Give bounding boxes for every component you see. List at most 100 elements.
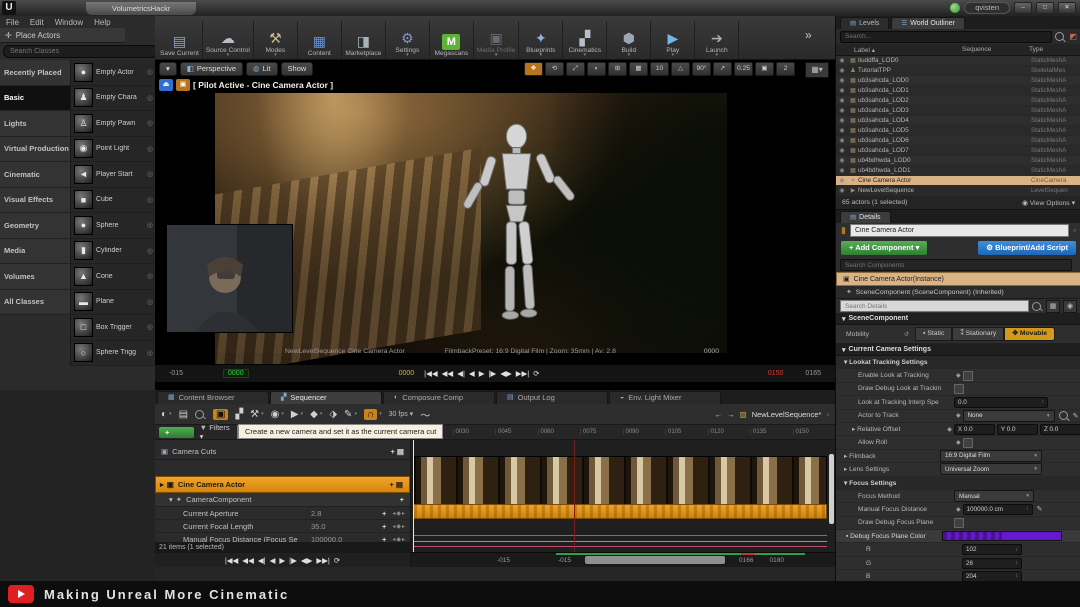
actor-item[interactable]: ♙ Empty Pawn ◎ xyxy=(71,111,155,137)
edit-options-icon[interactable]: ✎ xyxy=(344,409,352,420)
drag-grip-icon[interactable]: ◎ xyxy=(147,272,153,280)
add-track-button[interactable]: + Track xyxy=(159,427,194,438)
display-filter-eye-icon[interactable]: ◉ xyxy=(1063,300,1077,313)
close-button[interactable]: ✕ xyxy=(1058,2,1076,14)
visibility-eye-icon[interactable]: ◉ xyxy=(836,157,848,164)
aperture-value[interactable]: 2.8 xyxy=(311,509,355,518)
loop-icon[interactable]: ⟳ xyxy=(533,369,539,378)
outliner-row[interactable]: ◉ ▦ ub4bdhwda_LOD1 StaticMeshA xyxy=(836,166,1080,176)
user-account-button[interactable]: qvisten xyxy=(964,2,1010,14)
key-nav-icons[interactable]: ◂◆▸ xyxy=(392,523,406,530)
pilot-camera-icon[interactable]: ▣ xyxy=(176,79,190,91)
render-movie-icon[interactable]: ▞ xyxy=(235,409,243,420)
category-item[interactable]: Lights xyxy=(0,111,70,137)
drag-grip-icon[interactable]: ◎ xyxy=(147,323,153,331)
youtube-play-icon[interactable] xyxy=(8,585,34,603)
filters-dropdown[interactable]: ▼ Filters ▾ xyxy=(200,423,231,441)
key-nav-icons[interactable]: ◂◆▸ xyxy=(392,510,406,517)
outliner-row[interactable]: ◉ ▦ ub3sahcda_LOD3 StaticMeshA xyxy=(836,106,1080,116)
minimize-button[interactable]: – xyxy=(1014,2,1032,14)
outliner-row[interactable]: ◉ ▶ NewLevelSequence LevelSequen xyxy=(836,186,1080,196)
focus-plane-color-swatch[interactable] xyxy=(942,531,1062,541)
track-camera-component[interactable]: ▾ ✦ CameraComponent + xyxy=(155,493,410,507)
save-sequence-icon[interactable]: ▤ xyxy=(179,409,188,420)
actor-item[interactable]: ○ Sphere Trigg ◎ xyxy=(71,341,155,367)
toolbar-button[interactable]: ▶ Play ▾ xyxy=(651,21,695,59)
scale-tool-icon[interactable]: ⤢ xyxy=(566,62,585,76)
prev-key-icon[interactable]: ◀◀ xyxy=(442,369,454,378)
play-icon[interactable]: ▶ xyxy=(479,369,485,378)
drag-grip-icon[interactable]: ◎ xyxy=(147,145,153,153)
visibility-eye-icon[interactable]: ◉ xyxy=(836,187,848,194)
viewport-timeline-strip[interactable]: -015 0000 0000 |◀◀ ◀◀ ◀| ◀ ▶ |▶ ◀▶ ▶▶| ⟳… xyxy=(155,364,835,382)
visibility-eye-icon[interactable]: ◉ xyxy=(836,57,848,64)
track-cine-camera-actor[interactable]: ▸ ▣ Cine Camera Actor + ▤ xyxy=(155,476,410,493)
offset-x-input[interactable]: X 0.0 xyxy=(954,424,995,435)
actor-item[interactable]: ● Sphere ◎ xyxy=(71,213,155,239)
visibility-eye-icon[interactable]: ◉ xyxy=(836,117,848,124)
browse-icon[interactable] xyxy=(1059,411,1068,420)
visibility-eye-icon[interactable]: ◉ xyxy=(836,177,848,184)
next-key-icon[interactable]: ◀▶ xyxy=(301,556,313,565)
project-title-tab[interactable]: VolumetricsHackr xyxy=(86,2,196,15)
category-item[interactable]: Volumes xyxy=(0,264,70,290)
cine-camera-section-bar[interactable] xyxy=(413,504,827,519)
panel-tab[interactable]: ▦ Content Browser xyxy=(157,391,269,404)
visibility-eye-icon[interactable]: ◉ xyxy=(836,107,848,114)
view-options-button[interactable]: ◉ View Options ▾ xyxy=(1022,199,1075,207)
toolbar-button[interactable]: ▣ Media Profile ▾ xyxy=(474,21,519,59)
drag-grip-icon[interactable]: ◎ xyxy=(147,68,153,76)
drag-grip-icon[interactable]: ◎ xyxy=(147,196,153,204)
menu-item[interactable]: Edit xyxy=(30,18,44,27)
play-reverse-icon[interactable]: ◀ xyxy=(270,556,276,565)
focus-settings-row[interactable]: ▾ Focus Settings xyxy=(836,477,1080,490)
sequence-name[interactable]: NewLevelSequence* xyxy=(752,410,822,419)
tab-world-outliner[interactable]: ☰ World Outliner xyxy=(891,17,964,29)
grid-snap-icon[interactable]: ▦ xyxy=(629,62,648,76)
outliner-row[interactable]: ◉ ▦ tiuddffa_LOD0 StaticMeshA xyxy=(836,56,1080,66)
outliner-row[interactable]: ◉ ✦ Cine Camera Actor CineCamera xyxy=(836,176,1080,186)
keyframe-options-icon[interactable]: ◆ xyxy=(310,409,318,420)
play-icon[interactable]: ▶ xyxy=(279,556,285,565)
loop-icon[interactable]: ⟳ xyxy=(334,556,340,565)
mobility-stationary-button[interactable]: ⁑ Stationary xyxy=(952,327,1004,341)
actor-item[interactable]: ♟ Empty Chara ◎ xyxy=(71,86,155,112)
world-options-icon[interactable]: ◐ xyxy=(161,409,167,420)
step-forward-icon[interactable]: |▶ xyxy=(289,556,297,565)
toolbar-button[interactable]: ▞ Cinematics ▾ xyxy=(563,21,607,59)
rotation-snap-value[interactable]: 90° xyxy=(692,62,711,76)
place-actors-search-input[interactable] xyxy=(3,45,158,58)
category-item[interactable]: Recently Placed xyxy=(0,60,70,86)
show-dropdown[interactable]: Show xyxy=(281,62,314,76)
to-end-icon[interactable]: ▶▶| xyxy=(516,369,529,378)
scenecomponent-section-header[interactable]: ▾ SceneComponent xyxy=(836,313,1080,325)
create-camera-icon[interactable]: ▣ xyxy=(213,409,228,420)
find-in-content-icon[interactable] xyxy=(195,410,204,419)
edit-pencil-icon[interactable]: ✎ xyxy=(1073,412,1079,420)
tab-levels[interactable]: ▤ Levels xyxy=(840,17,889,29)
scale-snap-value[interactable]: 0.25 xyxy=(734,62,753,76)
prev-key-icon[interactable]: ◀◀ xyxy=(242,556,254,565)
actor-item[interactable]: ◉ Point Light ◎ xyxy=(71,137,155,163)
timeline-vertical-scrollbar[interactable] xyxy=(829,454,834,524)
actor-to-track-dropdown[interactable]: None▾ xyxy=(963,410,1055,422)
current-camera-settings-header[interactable]: ▾ Current Camera Settings xyxy=(836,344,1080,356)
drag-grip-icon[interactable]: ◎ xyxy=(147,298,153,306)
toolbar-button[interactable]: ➔ Launch ▾ xyxy=(695,21,739,59)
playhead-line[interactable] xyxy=(413,440,414,567)
toolbar-button[interactable]: ☁ Source Control ▾ xyxy=(203,21,254,59)
offset-z-input[interactable]: Z 0.0 xyxy=(1040,424,1080,435)
draw-debug-look-at-checkbox[interactable] xyxy=(954,384,964,394)
visibility-eye-icon[interactable]: ◉ xyxy=(836,137,848,144)
interp-speed-input[interactable]: 0.0↕ xyxy=(954,397,1048,408)
rotation-snap-icon[interactable]: △ xyxy=(671,62,690,76)
actor-name-input[interactable] xyxy=(850,224,1069,237)
lock-icon[interactable]: ▫ xyxy=(1073,226,1076,235)
add-camera-cut-icon[interactable]: + ▤ xyxy=(390,447,404,456)
focus-method-dropdown[interactable]: Manual▾ xyxy=(954,490,1034,502)
sequencer-settings-icon[interactable]: ⚒ xyxy=(250,409,259,420)
world-space-icon[interactable]: ◐ xyxy=(587,62,606,76)
camera-speed-icon[interactable]: ▣ xyxy=(755,62,774,76)
actor-item[interactable]: ■ Cube ◎ xyxy=(71,188,155,214)
draw-debug-focus-plane-checkbox[interactable] xyxy=(954,518,964,528)
